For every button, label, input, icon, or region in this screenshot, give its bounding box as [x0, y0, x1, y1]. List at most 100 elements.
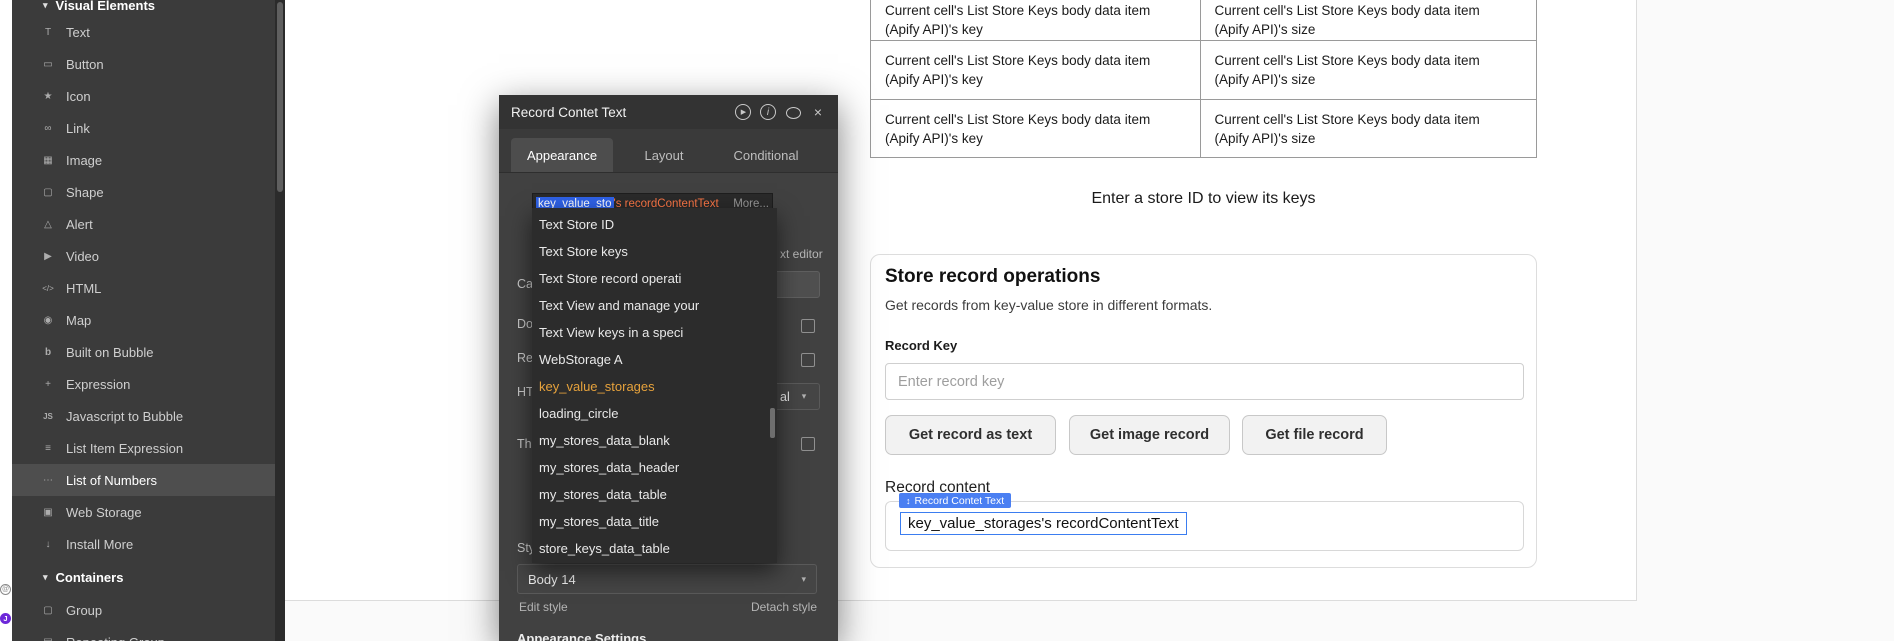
bubble-logo-icon: b — [40, 347, 56, 358]
tab-appearance[interactable]: Appearance — [511, 138, 613, 172]
sidebar-item-shape[interactable]: ▢ Shape — [12, 176, 275, 208]
size-cell-text[interactable]: Current cell's List Store Keys body data… — [1201, 0, 1537, 40]
sidebar-item-label: Map — [66, 313, 91, 328]
sidebar-item-javascript-to-bubble[interactable]: JS Javascript to Bubble — [12, 400, 275, 432]
sidebar-item-list-item-expression[interactable]: ≡ List Item Expression — [12, 432, 275, 464]
card-title[interactable]: Store record operations — [885, 266, 1100, 288]
alert-icon: △ — [40, 219, 56, 230]
section-label: Visual Elements — [56, 0, 155, 13]
rich-text-editor-link[interactable]: xt editor — [780, 247, 823, 261]
sidebar-item-label: Video — [66, 249, 99, 264]
panel-titlebar[interactable]: Record Contet Text ▶ i × — [499, 95, 838, 129]
key-cell-line2: (Apify API)'s key — [885, 129, 1200, 148]
sidebar-item-web-storage[interactable]: ▣ Web Storage — [12, 496, 275, 528]
play-icon[interactable]: ▶ — [735, 104, 751, 120]
key-cell-text[interactable]: Current cell's List Store Keys body data… — [871, 100, 1201, 158]
autocomplete-option[interactable]: my_stores_data_blank — [532, 427, 777, 454]
record-key-label[interactable]: Record Key — [885, 338, 957, 353]
autocomplete-option[interactable]: my_stores_data_table — [532, 481, 777, 508]
autocomplete-option[interactable]: Text Store ID — [532, 211, 777, 238]
sidebar-item-image[interactable]: ▦ Image — [12, 144, 275, 176]
sidebar-item-install-more[interactable]: ↓ Install More — [12, 528, 275, 560]
clipped-select-value: al — [780, 390, 790, 404]
comment-icon[interactable] — [785, 104, 801, 120]
sidebar-item-group[interactable]: ▢ Group — [12, 594, 275, 626]
sidebar-item-label: Button — [66, 57, 104, 72]
size-cell-text[interactable]: Current cell's List Store Keys body data… — [1201, 41, 1537, 99]
record-key-input[interactable] — [885, 363, 1524, 400]
sidebar-item-label: Icon — [66, 89, 91, 104]
sidebar-item-label: List Item Expression — [66, 441, 183, 456]
sidebar-item-label: HTML — [66, 281, 101, 296]
sidebar-item-map[interactable]: ◉ Map — [12, 304, 275, 336]
card-subtitle[interactable]: Get records from key-value store in diff… — [885, 297, 1212, 313]
sidebar-item-video[interactable]: ▶ Video — [12, 240, 275, 272]
sidebar-item-label: Install More — [66, 537, 133, 552]
property-editor-panel: Record Contet Text ▶ i × Appearance Layo… — [499, 95, 838, 641]
autocomplete-option[interactable]: Text View keys in a speci — [532, 319, 777, 346]
link-icon: ∞ — [40, 123, 56, 134]
sidebar-item-expression[interactable]: + Expression — [12, 368, 275, 400]
avatar[interactable]: J — [0, 613, 11, 624]
star-icon: ★ — [40, 91, 56, 102]
sidebar-item-alert[interactable]: △ Alert — [12, 208, 275, 240]
sidebar-item-html[interactable]: </> HTML — [12, 272, 275, 304]
store-id-empty-message[interactable]: Enter a store ID to view its keys — [870, 190, 1537, 208]
size-cell-line1: Current cell's List Store Keys body data… — [1215, 51, 1537, 70]
autocomplete-option[interactable]: my_stores_data_title — [532, 508, 777, 535]
section-header-containers[interactable]: ▾ Containers — [12, 560, 275, 594]
autocomplete-option[interactable]: Text View and manage your — [532, 292, 777, 319]
tab-layout[interactable]: Layout — [613, 138, 715, 172]
account-icon[interactable]: @ — [0, 584, 11, 595]
key-cell-line1: Current cell's List Store Keys body data… — [885, 110, 1200, 129]
style-select[interactable]: Body 14 ▾ — [517, 564, 817, 594]
autocomplete-option-key-value-storages[interactable]: key_value_storages — [532, 373, 777, 400]
autocomplete-dropdown: Text Store ID Text Store keys Text Store… — [532, 208, 777, 563]
autocomplete-option[interactable]: loading_circle — [532, 400, 777, 427]
detach-style-link[interactable]: Detach style — [751, 600, 817, 614]
size-cell-text[interactable]: Current cell's List Store Keys body data… — [1201, 100, 1537, 158]
sidebar-item-button[interactable]: ▭ Button — [12, 48, 275, 80]
sidebar-item-label: Alert — [66, 217, 93, 232]
sidebar-item-label: Text — [66, 25, 90, 40]
dropdown-scrollbar-thumb[interactable] — [770, 408, 775, 438]
get-image-record-button[interactable]: Get image record — [1069, 415, 1230, 455]
shape-icon: ▢ — [40, 187, 56, 198]
sidebar-item-label: List of Numbers — [66, 473, 157, 488]
panel-title: Record Contet Text — [511, 105, 726, 120]
sidebar-item-icon[interactable]: ★ Icon — [12, 80, 275, 112]
list-icon: ≡ — [40, 443, 56, 454]
selected-text-element[interactable]: key_value_storages's recordContentText — [900, 512, 1187, 535]
info-icon[interactable]: i — [760, 104, 776, 120]
get-record-as-text-button[interactable]: Get record as text — [885, 415, 1056, 455]
canvas-page: Current cell's List Store Keys body data… — [285, 0, 1637, 601]
section-label: Containers — [56, 570, 124, 585]
sidebar-item-repeating-group[interactable]: ▤ Repeating Group — [12, 626, 275, 641]
sidebar-item-list-of-numbers[interactable]: ⋯ List of Numbers — [12, 464, 275, 496]
tab-conditional[interactable]: Conditional — [715, 138, 817, 172]
autocomplete-option[interactable]: my_stores_data_header — [532, 454, 777, 481]
sidebar-item-label: Link — [66, 121, 90, 136]
close-icon[interactable]: × — [810, 104, 826, 120]
get-file-record-button[interactable]: Get file record — [1242, 415, 1387, 455]
checkbox[interactable] — [801, 319, 815, 333]
sidebar-item-label: Image — [66, 153, 102, 168]
checkbox[interactable] — [801, 437, 815, 451]
sidebar-item-text[interactable]: T Text — [12, 16, 275, 48]
section-header-visual-elements[interactable]: ▾ Visual Elements — [12, 0, 275, 16]
key-cell-text[interactable]: Current cell's List Store Keys body data… — [871, 0, 1201, 40]
elements-sidebar: ▾ Visual Elements T Text ▭ Button ★ Icon… — [12, 0, 275, 641]
checkbox[interactable] — [801, 353, 815, 367]
autocomplete-option[interactable]: Text Store keys — [532, 238, 777, 265]
key-cell-line2: (Apify API)'s key — [885, 70, 1200, 89]
sidebar-item-built-on-bubble[interactable]: b Built on Bubble — [12, 336, 275, 368]
autocomplete-option[interactable]: Text Store record operati — [532, 265, 777, 292]
repeating-group-table: Current cell's List Store Keys body data… — [870, 0, 1537, 158]
autocomplete-option[interactable]: WebStorage A — [532, 346, 777, 373]
sidebar-item-link[interactable]: ∞ Link — [12, 112, 275, 144]
sidebar-scrollbar-thumb[interactable] — [277, 2, 283, 192]
edit-style-link[interactable]: Edit style — [519, 600, 568, 614]
sidebar-scrollbar[interactable] — [275, 0, 285, 641]
autocomplete-option[interactable]: store_keys_data_table — [532, 535, 777, 562]
key-cell-text[interactable]: Current cell's List Store Keys body data… — [871, 41, 1201, 99]
